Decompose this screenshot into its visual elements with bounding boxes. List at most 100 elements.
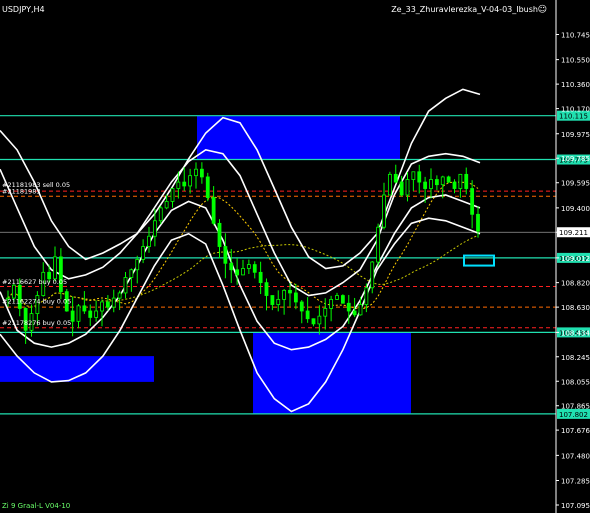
candle-body: [117, 292, 122, 299]
price-tick-label: 109.400: [561, 205, 590, 213]
candle-body: [111, 297, 116, 308]
candle-body: [211, 197, 216, 224]
candle-body: [434, 179, 439, 186]
symbol-timeframe-label: USDJPY,H4: [2, 5, 45, 14]
candle-body: [387, 173, 392, 196]
candle-body: [476, 213, 480, 232]
price-tick-label: 107.865: [561, 403, 590, 411]
candle-body: [229, 262, 234, 271]
candle-body: [382, 194, 386, 228]
price-tick-label: 107.095: [561, 502, 590, 510]
candle-body: [299, 301, 304, 312]
candle-body: [270, 295, 275, 305]
candle-body: [423, 181, 428, 189]
candle-body: [123, 277, 128, 294]
candle-body: [94, 310, 99, 318]
candle-body: [282, 289, 287, 300]
candle-body: [264, 282, 269, 296]
candle-body: [405, 179, 410, 196]
candle-body: [170, 188, 175, 202]
candle-body: [376, 226, 381, 263]
price-tick-label: 109.595: [561, 180, 590, 188]
level-price-text: 110.115: [559, 113, 588, 121]
candle-body: [276, 298, 281, 305]
price-chart[interactable]: 110.115109.775109.012108.434107.802 #211…: [0, 0, 590, 513]
chart-window[interactable]: 110.115 109.775 109.012 108.434 107.802 #211…: [0, 0, 590, 513]
candle-body: [370, 261, 375, 289]
candle-body: [88, 310, 93, 318]
candle-body: [393, 173, 398, 183]
candle-body: [246, 264, 251, 269]
candle-body: [258, 271, 263, 284]
price-tick-label: 110.360: [561, 81, 590, 89]
candle-body: [288, 289, 292, 294]
price-tick-label: 107.285: [561, 478, 590, 486]
price-tick-label: 109.785: [561, 155, 590, 163]
candle-body: [358, 304, 363, 316]
candle-body: [217, 222, 222, 247]
candle-body: [105, 301, 110, 308]
candle-body: [194, 168, 198, 177]
selection-box[interactable]: [463, 254, 495, 267]
candle-body: [11, 284, 16, 299]
candle-body: [464, 173, 469, 189]
candle-body: [141, 246, 146, 260]
candle-body: [452, 181, 457, 189]
order-label: #21181983: [2, 188, 41, 196]
candle-body: [293, 292, 298, 303]
candle-body: [352, 310, 357, 316]
candle-body: [199, 168, 204, 178]
price-tick-label: 109.975: [561, 131, 590, 139]
level-price-text: 107.802: [559, 411, 588, 419]
candle-body: [440, 176, 445, 186]
price-tick-label: 108.630: [561, 304, 590, 312]
candle-body: [129, 269, 134, 278]
smiley-icon: ☺: [537, 5, 547, 15]
candle-body: [364, 287, 369, 305]
candle-body: [205, 176, 210, 198]
order-label: #2116627 buy 0.05: [2, 278, 67, 286]
candle-body: [417, 171, 422, 183]
candle-body: [446, 176, 451, 183]
price-tick-label: 108.434: [561, 329, 590, 337]
order-label: #21178276 buy 0.05: [2, 319, 71, 327]
candle-body: [223, 246, 228, 264]
candle-body: [458, 173, 463, 189]
candle-body: [100, 301, 104, 312]
candle-body: [135, 259, 140, 271]
price-tick-label: 107.480: [561, 452, 590, 460]
candle-body: [399, 181, 404, 196]
candle-body: [53, 256, 57, 280]
candle-body: [76, 305, 81, 322]
indicator-label: Zi 9 Graal-L V04-10: [2, 502, 71, 510]
expert-advisor-label: Ze_33_Zhuravlerezka_V-04-03_Ibush: [391, 5, 538, 14]
price-tick-label: 110.170: [561, 106, 590, 114]
price-tick-label: 110.550: [561, 57, 590, 65]
candle-body: [429, 179, 433, 189]
order-label: #21162274 buy 0.05: [2, 297, 71, 305]
candle-body: [147, 235, 151, 247]
candle-body: [158, 207, 163, 222]
candle-body: [182, 181, 187, 187]
band-line: [0, 149, 481, 297]
candle-body: [152, 220, 157, 237]
band-line: [0, 194, 481, 351]
price-tick-label: 108.820: [561, 280, 590, 288]
zone-rect: [0, 356, 154, 382]
price-tick-label: 109.012: [561, 255, 590, 263]
candle-body: [317, 315, 322, 325]
price-tick-label: 108.055: [561, 378, 590, 386]
current-price-text: 109.211: [559, 229, 588, 237]
candle-body: [311, 318, 316, 325]
candle-body: [235, 269, 240, 276]
candle-body: [335, 295, 339, 300]
candle-body: [340, 295, 345, 304]
candle-body: [329, 298, 334, 309]
candle-body: [252, 264, 257, 273]
candle-body: [411, 171, 416, 180]
price-tick-label: 110.745: [561, 31, 590, 39]
candle-body: [82, 305, 87, 312]
zone-rect: [197, 115, 400, 160]
candle-body: [176, 181, 181, 189]
candle-body: [188, 175, 193, 187]
